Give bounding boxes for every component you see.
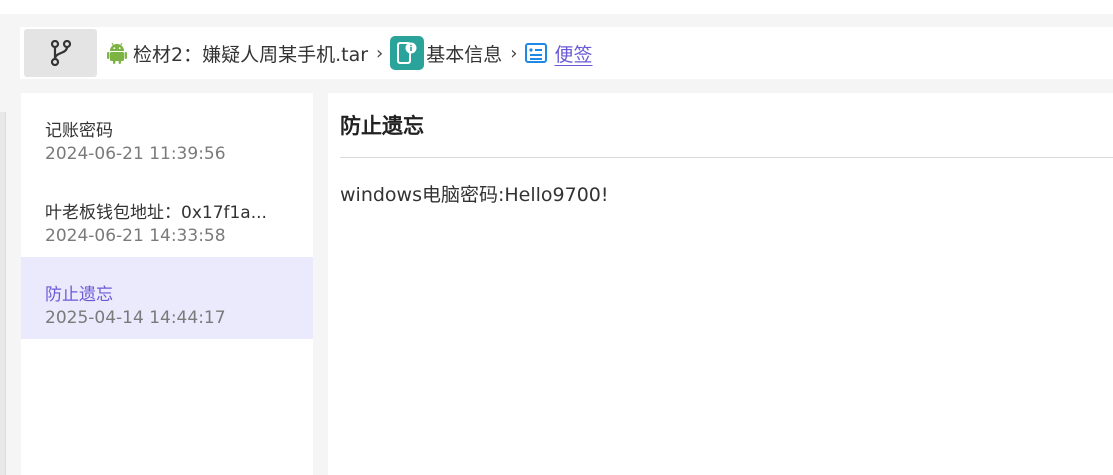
git-branch-icon (50, 40, 72, 66)
android-icon (107, 42, 127, 64)
breadcrumb-evidence[interactable]: 检材2：嫌疑人周某手机.tar (133, 40, 368, 67)
breadcrumb: 检材2：嫌疑人周某手机.tar › 基本信息 › 便签 (20, 27, 1113, 79)
note-time: 2025-04-14 14:44:17 (45, 308, 226, 328)
breadcrumb-current[interactable]: 便签 (554, 40, 592, 67)
breadcrumb-section[interactable]: 基本信息 (426, 40, 502, 67)
list-item[interactable]: 记账密码 2024-06-21 11:39:56 (21, 93, 313, 175)
phone-info-icon (390, 36, 425, 70)
note-title: 叶老板钱包地址：0x17f1a... (45, 203, 267, 223)
git-branch-button[interactable] (24, 29, 97, 77)
note-detail: 防止遗忘 windows电脑密码:Hello9700! (328, 93, 1113, 475)
list-item-selected[interactable]: 防止遗忘 2025-04-14 14:44:17 (21, 257, 313, 339)
note-icon (524, 41, 548, 65)
note-detail-title: 防止遗忘 (340, 114, 424, 138)
breadcrumb-separator: › (510, 42, 518, 64)
divider (340, 157, 1113, 158)
notes-list: 记账密码 2024-06-21 11:39:56 叶老板钱包地址：0x17f1a… (21, 93, 313, 475)
note-time: 2024-06-21 11:39:56 (45, 144, 226, 164)
list-item[interactable]: 叶老板钱包地址：0x17f1a... 2024-06-21 14:33:58 (21, 175, 313, 257)
note-title: 防止遗忘 (45, 285, 113, 305)
top-strip (0, 0, 1113, 14)
note-detail-content: windows电脑密码:Hello9700! (340, 184, 609, 206)
left-edge-panel (0, 112, 6, 475)
note-time: 2024-06-21 14:33:58 (45, 226, 226, 246)
note-title: 记账密码 (45, 121, 113, 141)
breadcrumb-separator: › (376, 42, 384, 64)
